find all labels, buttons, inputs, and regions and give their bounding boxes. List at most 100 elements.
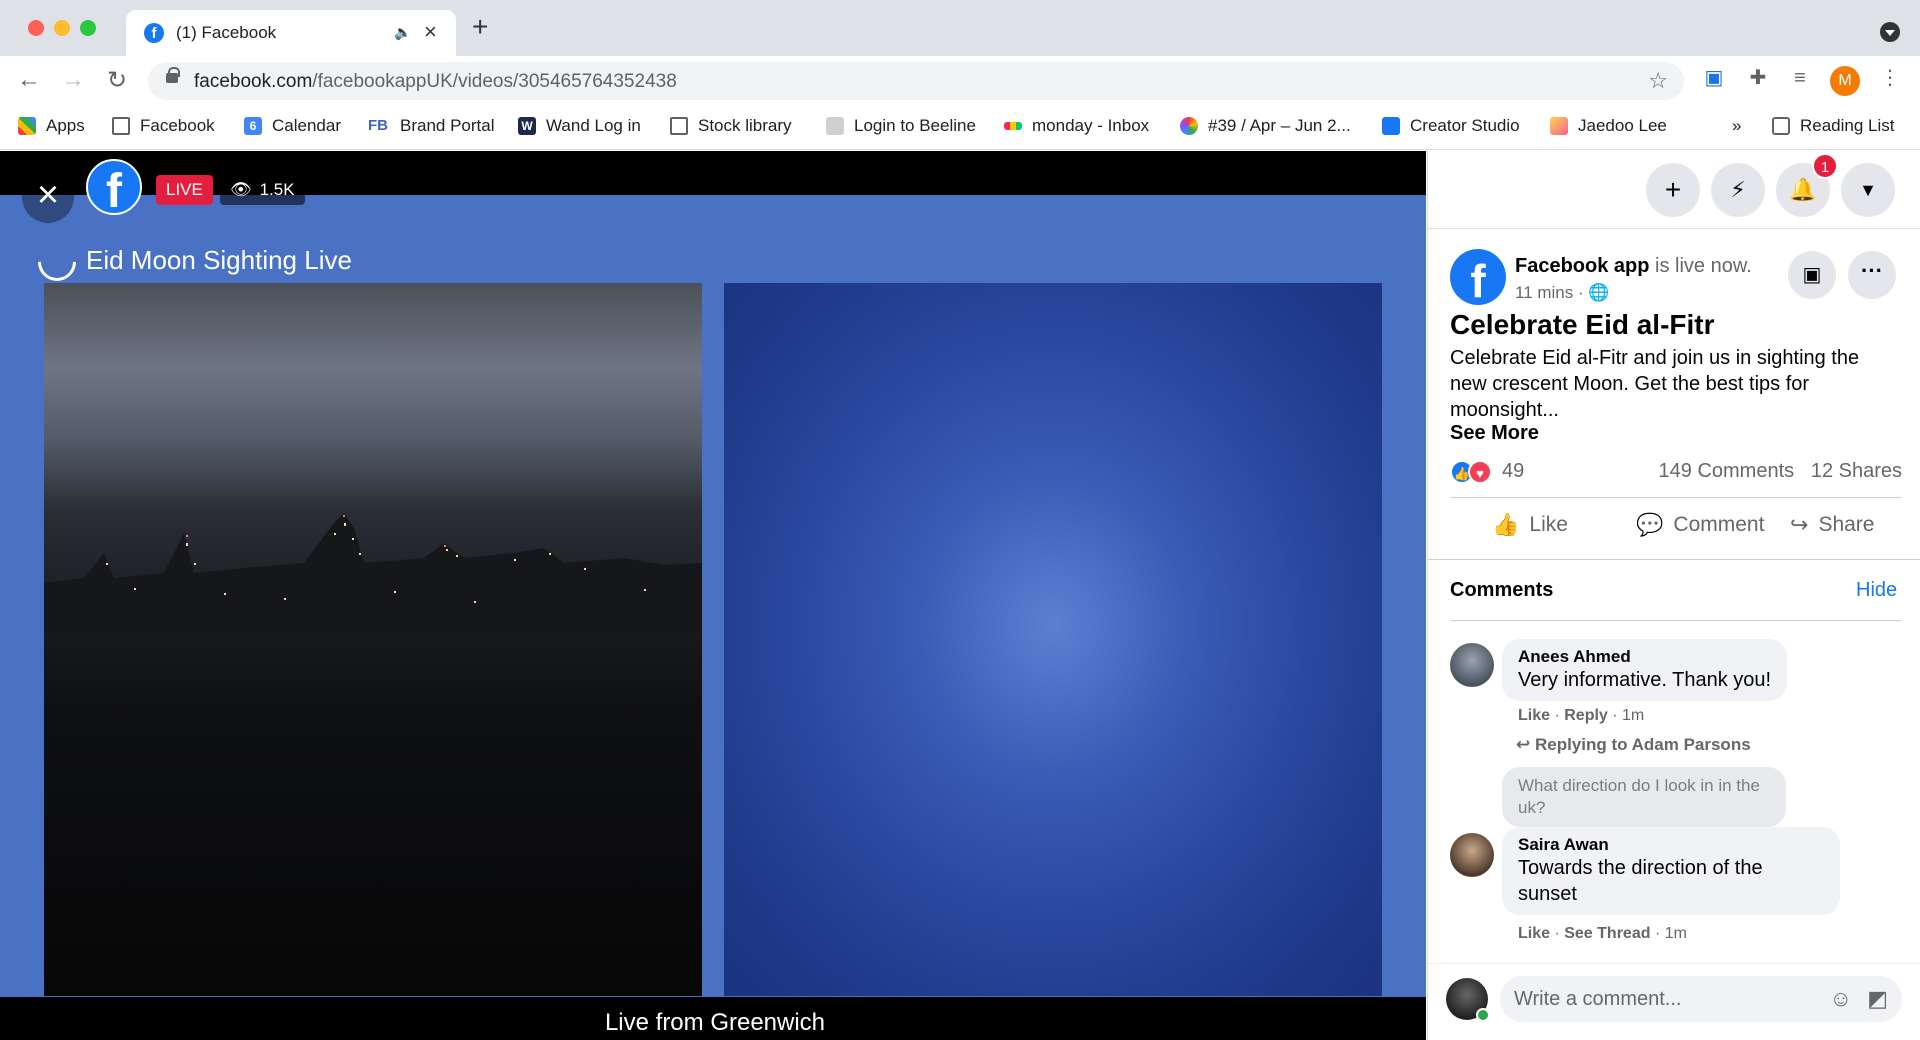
creator-studio-icon [1382,117,1400,135]
url-text[interactable]: facebook.com/facebookappUK/videos/305465… [194,71,677,93]
post-sidebar: + ⚡ 🔔 1 ▼ f Facebook app is live now. 11… [1427,151,1920,1040]
bookmark-apps[interactable]: Apps [18,116,85,136]
page-avatar[interactable]: f [1450,249,1506,305]
comment-like-link[interactable]: Like [1518,707,1550,724]
calendar-icon: 6 [244,117,262,135]
bookmark-calendar[interactable]: 6 Calendar [244,116,341,136]
hide-comments-link[interactable]: Hide [1856,579,1897,602]
comment-meta: Like · See Thread · 1m [1518,925,1687,942]
bookmark-star-icon[interactable]: ☆ [1648,68,1668,94]
new-tab-button[interactable]: + [472,13,488,41]
reload-icon[interactable]: ↻ [102,66,132,95]
browser-tab[interactable]: f (1) Facebook 🔈 × [126,10,456,56]
close-window-button[interactable] [28,20,44,36]
comment-like-link[interactable]: Like [1518,925,1550,942]
create-plus-icon[interactable]: + [1646,163,1700,217]
comment-bubble: Anees Ahmed Very informative. Thank you! [1502,639,1788,701]
maximize-window-button[interactable] [80,20,96,36]
video-player[interactable]: Eid Moon Sighting Live Live from Greenwi… [0,151,1426,1040]
post-actions: 👍 Like 💬 Comment ↪ Share [1450,498,1902,552]
comment-button[interactable]: 💬 Comment [1636,498,1764,552]
media-queue-icon[interactable]: ≡ [1786,64,1814,92]
replying-to-label[interactable]: ↩ Replying to Adam Parsons [1516,735,1751,755]
lock-icon[interactable] [166,67,180,83]
bookmark-jaedoo-lee[interactable]: Jaedoo Lee [1550,116,1667,136]
w-icon: W [518,117,536,135]
back-arrow-icon[interactable]: ← [14,66,44,94]
more-bookmarks-button[interactable]: » [1732,116,1741,136]
close-video-icon[interactable]: × [22,171,74,223]
more-options-icon[interactable]: ··· [1848,251,1896,299]
live-badge: LIVE [156,175,213,205]
address-bar[interactable]: facebook.com/facebookappUK/videos/305465… [148,62,1684,100]
tab-title: (1) Facebook [176,23,277,42]
puzzle-extensions-icon[interactable]: ✚ [1744,64,1772,92]
speaker-icon[interactable]: 🔈 [394,24,411,41]
monday-icon [1004,122,1022,130]
greenwich-skyline-feed [44,283,702,996]
emoji-icon[interactable]: ☺ [1830,986,1852,1012]
divider [1428,559,1920,560]
minimize-window-button[interactable] [54,20,70,36]
comments-count-link[interactable]: 149 Comments [1659,460,1795,482]
crescent-moon-icon [30,235,84,289]
folder-icon [670,117,688,135]
comment-input[interactable] [1514,976,1814,1022]
shares-count-link[interactable]: 12 Shares [1811,460,1902,482]
divider [1450,620,1902,621]
bookmark-wand-log-in[interactable]: W Wand Log in [518,116,641,136]
commenter-name[interactable]: Saira Awan [1518,835,1824,855]
bookmark-stock-library[interactable]: Stock library [670,116,792,136]
messenger-icon[interactable]: ⚡ [1711,163,1765,217]
like-button[interactable]: 👍 Like [1492,498,1568,552]
apps-grid-icon [18,117,36,135]
post-title: Celebrate Eid al-Fitr [1450,309,1715,340]
commenter-avatar[interactable] [1450,643,1494,687]
bookmark-brand-portal[interactable]: FB Brand Portal [366,116,495,136]
forward-arrow-icon[interactable]: → [58,66,88,94]
comments-list[interactable]: Anees Ahmed Very informative. Thank you!… [1428,623,1920,953]
eye-icon: 👁 [230,180,252,199]
post-body: Celebrate Eid al-Fitr and join us in sig… [1450,347,1860,421]
video-caption: Live from Greenwich [604,1009,826,1036]
tab-close-icon[interactable]: × [424,19,437,45]
post-stats: 149 Comments 12 Shares [1659,460,1902,483]
sticker-icon[interactable]: ◩ [1867,986,1888,1012]
comment-text: Very informative. Thank you! [1518,669,1772,691]
bookmark-facebook[interactable]: Facebook [112,116,215,136]
tab-search-icon[interactable] [1880,22,1900,42]
see-more-link[interactable]: See More [1450,422,1539,445]
reaction-count[interactable]: 49 [1502,460,1524,483]
profile-avatar[interactable]: M [1830,66,1860,96]
commenter-name[interactable]: Anees Ahmed [1518,647,1771,667]
bookmark-apr-jun[interactable]: #39 / Apr – Jun 2... [1180,116,1351,136]
account-menu-chevron-icon[interactable]: ▼ [1841,163,1895,217]
post-timestamp[interactable]: 11 mins · 🌐 [1515,283,1610,303]
comment-text: Towards the direction of the sunset [1518,857,1763,905]
see-thread-link[interactable]: See Thread [1564,925,1650,942]
share-arrow-icon: ↪ [1790,512,1809,537]
facebook-logo-icon[interactable]: f [86,159,142,215]
comment-input-box[interactable]: ☺ ◩ [1500,976,1902,1022]
extension-badge-icon[interactable]: ▣ [1700,64,1728,92]
speech-bubble-icon: 💬 [1636,512,1664,537]
share-button[interactable]: ↪ Share [1790,498,1874,552]
comment-reply-link[interactable]: Reply [1564,707,1608,724]
reactions-summary: 👍 ♥ 49 149 Comments 12 Shares [1450,456,1902,486]
bookmark-login-to-beeline[interactable]: Login to Beeline [826,116,976,136]
reading-list-icon [1772,117,1790,135]
viewer-count: 1.5K [259,180,295,199]
quoted-comment-text: What direction do I look in in the uk? [1518,776,1760,817]
comments-heading: Comments [1450,579,1554,601]
post-author-line: Facebook app is live now. [1515,255,1752,277]
post-author-link[interactable]: Facebook app [1515,255,1649,277]
page-icon [826,117,844,135]
browser-menu-icon[interactable]: ⋮ [1876,64,1904,92]
bookmark-monday-inbox[interactable]: monday - Inbox [1004,116,1149,136]
save-post-icon[interactable]: ▣ [1788,251,1836,299]
reading-list-button[interactable]: Reading List [1772,116,1895,136]
viewer-count-badge: 👁 1.5K [220,175,305,205]
bookmark-creator-studio[interactable]: Creator Studio [1382,116,1520,136]
love-reaction-icon[interactable]: ♥ [1468,460,1492,484]
commenter-avatar[interactable] [1450,833,1494,877]
